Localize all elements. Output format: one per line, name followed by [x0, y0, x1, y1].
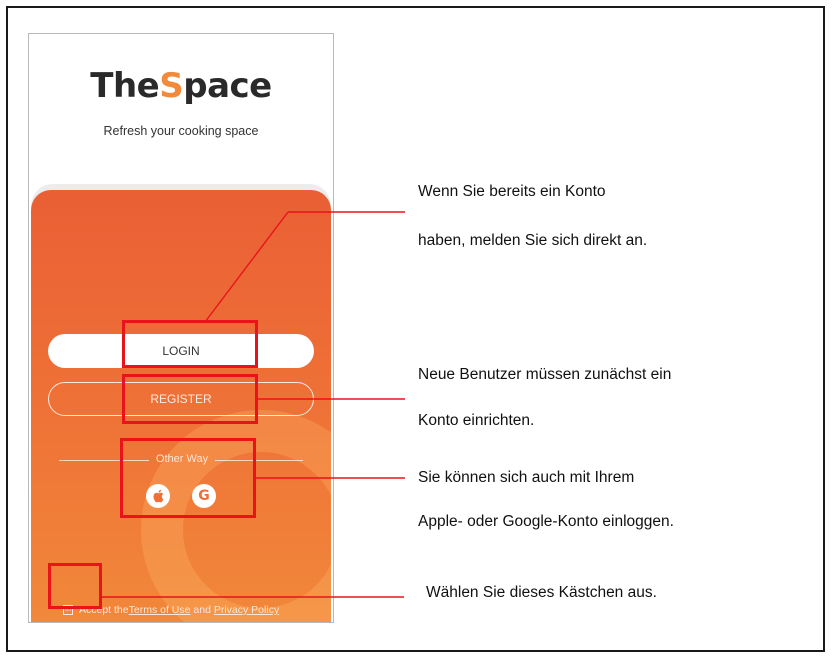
note-register-line2: Konto einrichten. — [418, 412, 535, 429]
app-tagline: Refresh your cooking space — [103, 124, 259, 138]
note-social-line1: Sie können sich auch mit Ihrem — [418, 469, 635, 486]
note-login-line2: haben, melden Sie sich direkt an. — [418, 232, 648, 249]
note-login-line1: Wenn Sie bereits ein Konto — [418, 183, 606, 200]
privacy-policy-link[interactable]: Privacy Policy — [214, 604, 279, 616]
terms-row: ☑ Accept theTerms of Use and Privacy Poli… — [63, 604, 333, 616]
app-logo: TheSpace — [29, 66, 333, 106]
highlight-register — [122, 374, 258, 424]
highlight-social — [120, 438, 256, 518]
terms-of-use-link[interactable]: Terms of Use — [129, 604, 191, 616]
highlight-checkbox — [48, 563, 102, 609]
note-checkbox: Wählen Sie dieses Kästchen aus. — [426, 584, 657, 601]
and-label: and — [190, 604, 214, 616]
note-social-line2: Apple- oder Google-Konto einloggen. — [418, 513, 674, 530]
note-register-line1: Neue Benutzer müssen zunächst ein — [418, 366, 672, 383]
highlight-login — [122, 320, 258, 368]
logo-text-pace: pace — [183, 66, 272, 106]
logo-accent-s: S — [159, 66, 184, 106]
logo-text-the: The — [90, 66, 160, 106]
